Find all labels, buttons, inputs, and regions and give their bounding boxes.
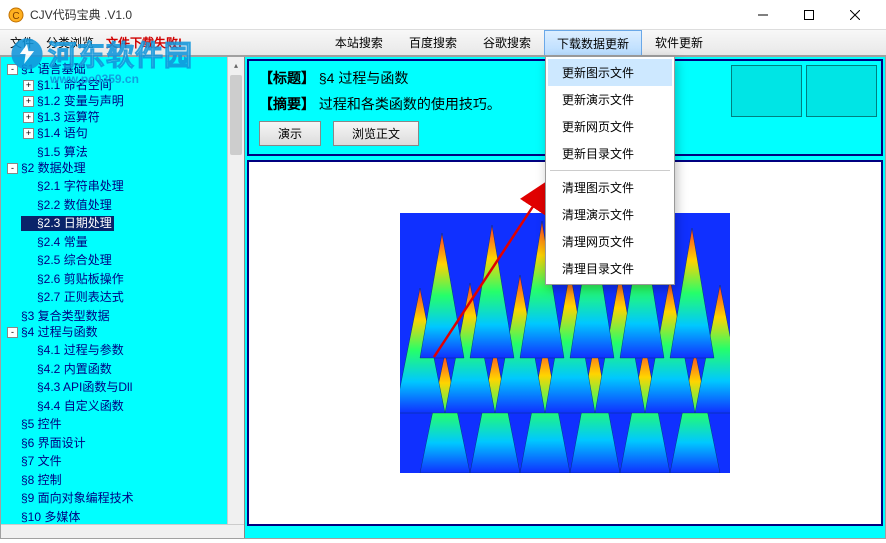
tree-label: §2.1 字符串处理 bbox=[37, 179, 124, 194]
tree-item[interactable]: +§1.3 运算符 bbox=[21, 110, 102, 125]
tree-item[interactable]: -§2 数据处理 bbox=[5, 161, 88, 176]
tree-label: §6 界面设计 bbox=[21, 436, 86, 451]
svg-text:C: C bbox=[12, 11, 19, 22]
tree-label: §5 控件 bbox=[21, 417, 62, 432]
download-fail-text: 文件下载失败! bbox=[106, 34, 182, 51]
tree-item[interactable]: §4.3 API函数与Dll bbox=[21, 380, 134, 395]
tree-label: §2.4 常量 bbox=[37, 235, 88, 250]
dropdown-clean-demo[interactable]: 清理演示文件 bbox=[548, 201, 672, 228]
dropdown-clean-catalog[interactable]: 清理目录文件 bbox=[548, 255, 672, 282]
tree-toggle-icon[interactable]: - bbox=[7, 327, 18, 338]
tree-item[interactable]: §9 面向对象编程技术 bbox=[5, 491, 136, 506]
tree-label: §4.4 自定义函数 bbox=[37, 399, 124, 414]
tree-label: §2.5 综合处理 bbox=[37, 253, 112, 268]
browse-body-button[interactable]: 浏览正文 bbox=[333, 121, 419, 146]
tree-item[interactable]: §2.5 综合处理 bbox=[21, 253, 114, 268]
tab-download-update[interactable]: 下载数据更新 bbox=[544, 30, 642, 55]
title-text: §4 过程与函数 bbox=[319, 70, 408, 86]
minimize-button[interactable] bbox=[740, 0, 786, 30]
tree-item[interactable]: §4.4 自定义函数 bbox=[21, 399, 126, 414]
tab-site-search[interactable]: 本站搜索 bbox=[322, 30, 396, 55]
tree-toggle-icon[interactable]: + bbox=[23, 80, 34, 91]
tree-label: §1.1 命名空间 bbox=[37, 78, 112, 93]
tree-label: §2.2 数值处理 bbox=[37, 198, 112, 213]
dropdown-clean-webpage[interactable]: 清理网页文件 bbox=[548, 228, 672, 255]
tree-item[interactable]: +§1.1 命名空间 bbox=[21, 78, 114, 93]
tree-label: §2.6 剪贴板操作 bbox=[37, 272, 124, 287]
tree-toggle-icon[interactable]: - bbox=[7, 64, 18, 75]
menubar: 文件 分类浏览 文件下载失败! 本站搜索 百度搜索 谷歌搜索 下载数据更新 软件… bbox=[0, 30, 886, 56]
tree-label: §1.5 算法 bbox=[37, 145, 88, 160]
tab-baidu-search[interactable]: 百度搜索 bbox=[396, 30, 470, 55]
tree-label: §9 面向对象编程技术 bbox=[21, 491, 134, 506]
tree-label: §1.4 语句 bbox=[37, 126, 88, 141]
tree-item[interactable]: §8 控制 bbox=[5, 473, 64, 488]
tree-item[interactable]: +§1.4 语句 bbox=[21, 126, 90, 141]
tab-google-search[interactable]: 谷歌搜索 bbox=[470, 30, 544, 55]
dropdown-clean-image[interactable]: 清理图示文件 bbox=[548, 174, 672, 201]
tree-item[interactable]: §2.7 正则表达式 bbox=[21, 290, 126, 305]
title-label: 【标题】 bbox=[259, 70, 315, 86]
tree-label: §1 语言基础 bbox=[21, 62, 86, 77]
tree-label: §1.2 变量与声明 bbox=[37, 94, 124, 109]
tree-label: §2 数据处理 bbox=[21, 161, 86, 176]
tree-item[interactable]: §7 文件 bbox=[5, 454, 64, 469]
window-title: CJV代码宝典 .V1.0 bbox=[30, 6, 740, 23]
dropdown-update-webpage[interactable]: 更新网页文件 bbox=[548, 113, 672, 140]
tree-label: §2.7 正则表达式 bbox=[37, 290, 124, 305]
tree-item[interactable]: §2.6 剪贴板操作 bbox=[21, 272, 126, 287]
tree-panel[interactable]: -§1 语言基础+§1.1 命名空间+§1.2 变量与声明+§1.3 运算符+§… bbox=[1, 57, 245, 538]
menu-browse[interactable]: 分类浏览 bbox=[46, 34, 94, 51]
tree-label: §7 文件 bbox=[21, 454, 62, 469]
cyan-box-2 bbox=[806, 65, 877, 117]
tree-label: §4.3 API函数与Dll bbox=[37, 380, 132, 395]
summary-label: 【摘要】 bbox=[259, 96, 315, 112]
maximize-button[interactable] bbox=[786, 0, 832, 30]
dropdown-update-demo[interactable]: 更新演示文件 bbox=[548, 86, 672, 113]
demo-button[interactable]: 演示 bbox=[259, 121, 321, 146]
tree-label: §8 控制 bbox=[21, 473, 62, 488]
tree-item[interactable]: §5 控件 bbox=[5, 417, 64, 432]
tree-toggle-icon[interactable]: + bbox=[23, 96, 34, 107]
tree-item[interactable]: §6 界面设计 bbox=[5, 436, 88, 451]
tree-item[interactable]: §2.4 常量 bbox=[21, 235, 90, 250]
tree-item[interactable]: §2.3 日期处理 bbox=[21, 216, 114, 231]
tree-toggle-icon[interactable]: + bbox=[23, 112, 34, 123]
tree-item[interactable]: §2.1 字符串处理 bbox=[21, 179, 126, 194]
tree-label: §4.1 过程与参数 bbox=[37, 343, 124, 358]
tree-label: §3 复合类型数据 bbox=[21, 309, 110, 324]
tree-item[interactable]: §3 复合类型数据 bbox=[5, 309, 112, 324]
app-icon: C bbox=[8, 7, 24, 23]
tree-toggle-icon[interactable]: + bbox=[23, 128, 34, 139]
tree-label: §10 多媒体 bbox=[21, 510, 80, 525]
tree-scrollbar-v[interactable]: ▴▾ bbox=[227, 57, 244, 538]
tree-item[interactable]: -§4 过程与函数 bbox=[5, 325, 100, 340]
summary-text: 过程和各类函数的使用技巧。 bbox=[319, 96, 501, 112]
tree-label: §4.2 内置函数 bbox=[37, 362, 112, 377]
cyan-box-1 bbox=[731, 65, 802, 117]
tree-item[interactable]: §4.2 内置函数 bbox=[21, 362, 114, 377]
dropdown-update-image[interactable]: 更新图示文件 bbox=[548, 59, 672, 86]
tree-item[interactable]: §2.2 数值处理 bbox=[21, 198, 114, 213]
titlebar: C CJV代码宝典 .V1.0 bbox=[0, 0, 886, 30]
tree-toggle-icon[interactable]: - bbox=[7, 163, 18, 174]
tree-scrollbar-h[interactable] bbox=[1, 524, 244, 538]
menu-file[interactable]: 文件 bbox=[10, 34, 34, 51]
tree-item[interactable]: +§1.2 变量与声明 bbox=[21, 94, 126, 109]
dropdown-update-catalog[interactable]: 更新目录文件 bbox=[548, 140, 672, 167]
tree-item[interactable]: §1.5 算法 bbox=[21, 145, 90, 160]
tree-label: §2.3 日期处理 bbox=[37, 216, 112, 231]
tab-software-update[interactable]: 软件更新 bbox=[642, 30, 716, 55]
update-dropdown: 更新图示文件 更新演示文件 更新网页文件 更新目录文件 清理图示文件 清理演示文… bbox=[545, 56, 675, 285]
tree-item[interactable]: -§1 语言基础 bbox=[5, 62, 88, 77]
tree-item[interactable]: §10 多媒体 bbox=[5, 510, 82, 525]
tree-label: §1.3 运算符 bbox=[37, 110, 100, 125]
tree-item[interactable]: §4.1 过程与参数 bbox=[21, 343, 126, 358]
tab-strip: 本站搜索 百度搜索 谷歌搜索 下载数据更新 软件更新 bbox=[322, 30, 716, 55]
tree-label: §4 过程与函数 bbox=[21, 325, 98, 340]
close-button[interactable] bbox=[832, 0, 878, 30]
